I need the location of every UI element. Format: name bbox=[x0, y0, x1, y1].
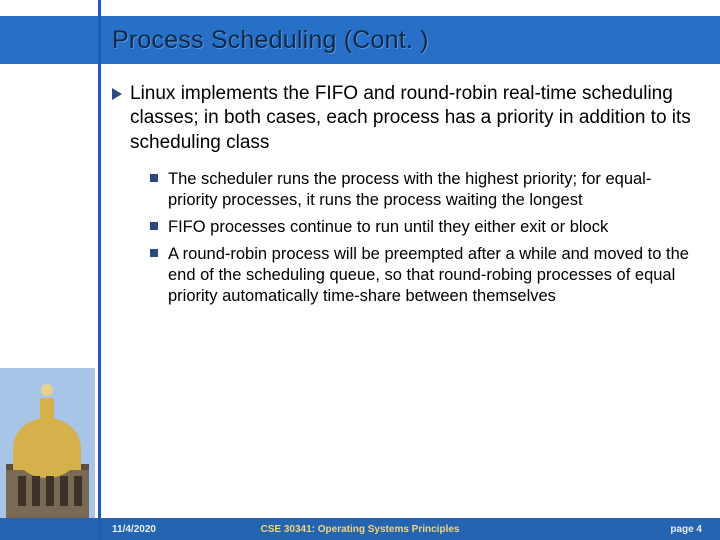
dome-image bbox=[0, 368, 95, 518]
bullet-text: FIFO processes continue to run until the… bbox=[168, 217, 608, 238]
bullet-level2: The scheduler runs the process with the … bbox=[150, 169, 700, 211]
bullet-level2: FIFO processes continue to run until the… bbox=[150, 217, 700, 238]
bullet-marker-square-icon bbox=[150, 217, 168, 238]
sub-bullet-list: The scheduler runs the process with the … bbox=[150, 169, 700, 308]
footer-page-number: page 4 bbox=[670, 518, 702, 540]
bullet-text: Linux implements the FIFO and round-robi… bbox=[130, 82, 700, 155]
vertical-rule bbox=[98, 0, 101, 540]
bullet-level1: Linux implements the FIFO and round-robi… bbox=[112, 82, 700, 155]
footer-bar: 11/4/2020 CSE 30341: Operating Systems P… bbox=[0, 518, 720, 540]
bullet-marker-arrow-icon bbox=[112, 82, 130, 155]
bullet-text: A round-robin process will be preempted … bbox=[168, 244, 700, 307]
slide-title: Process Scheduling (Cont. ) bbox=[112, 26, 429, 55]
bullet-level2: A round-robin process will be preempted … bbox=[150, 244, 700, 307]
slide: Process Scheduling (Cont. ) Linux implem… bbox=[0, 0, 720, 540]
bullet-marker-square-icon bbox=[150, 244, 168, 307]
bullet-marker-square-icon bbox=[150, 169, 168, 211]
title-bar: Process Scheduling (Cont. ) bbox=[0, 16, 720, 64]
bullet-text: The scheduler runs the process with the … bbox=[168, 169, 700, 211]
slide-body: Linux implements the FIFO and round-robi… bbox=[112, 82, 700, 314]
footer-course: CSE 30341: Operating Systems Principles bbox=[0, 518, 720, 540]
